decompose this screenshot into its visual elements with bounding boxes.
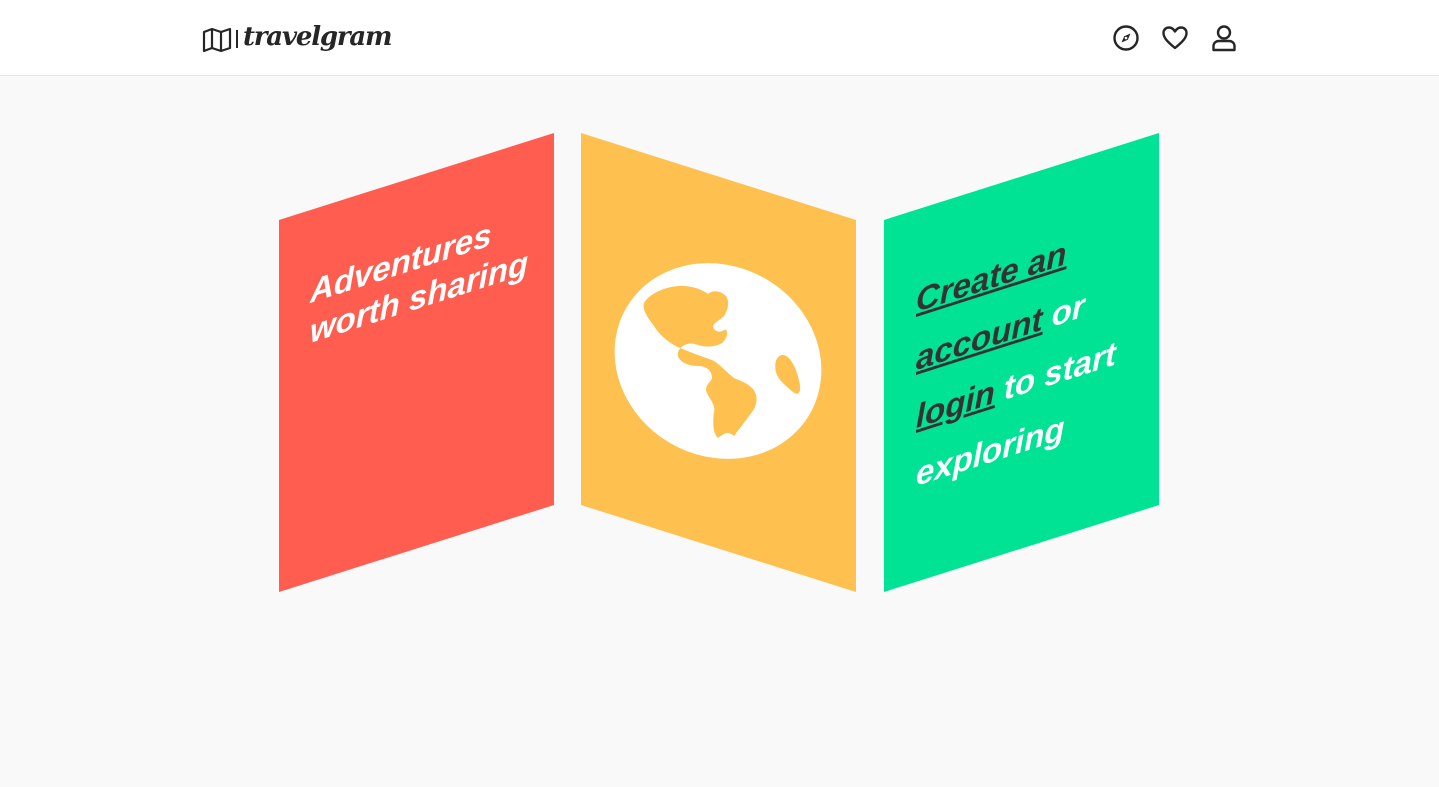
map-icon <box>202 27 232 53</box>
globe-icon <box>614 263 822 459</box>
login-link[interactable]: login <box>916 373 995 435</box>
tagline-line-2: worth sharing <box>310 243 529 350</box>
welcome-panels: Adventures worth sharing Create an accou… <box>0 0 1439 787</box>
signup-prompt: Create an account or login to start expl… <box>916 195 1156 504</box>
top-nav-bar: travelgram <box>0 0 1439 76</box>
panel-middle <box>581 133 856 592</box>
logo-divider <box>236 30 238 48</box>
panels-svg <box>279 133 1159 592</box>
heart-icon[interactable] <box>1161 24 1189 52</box>
tagline: Adventures worth sharing <box>310 202 530 352</box>
user-icon[interactable] <box>1210 24 1238 52</box>
compass-icon[interactable] <box>1112 24 1140 52</box>
logo-link[interactable]: travelgram <box>202 22 393 62</box>
tagline-line-1: Adventures <box>310 215 492 310</box>
or-text: or <box>1042 286 1085 337</box>
logo-wordmark: travelgram <box>243 22 393 52</box>
panel-left <box>279 133 554 592</box>
create-account-link-part1[interactable]: Create an <box>916 234 1066 319</box>
nav-icons <box>1112 24 1238 52</box>
